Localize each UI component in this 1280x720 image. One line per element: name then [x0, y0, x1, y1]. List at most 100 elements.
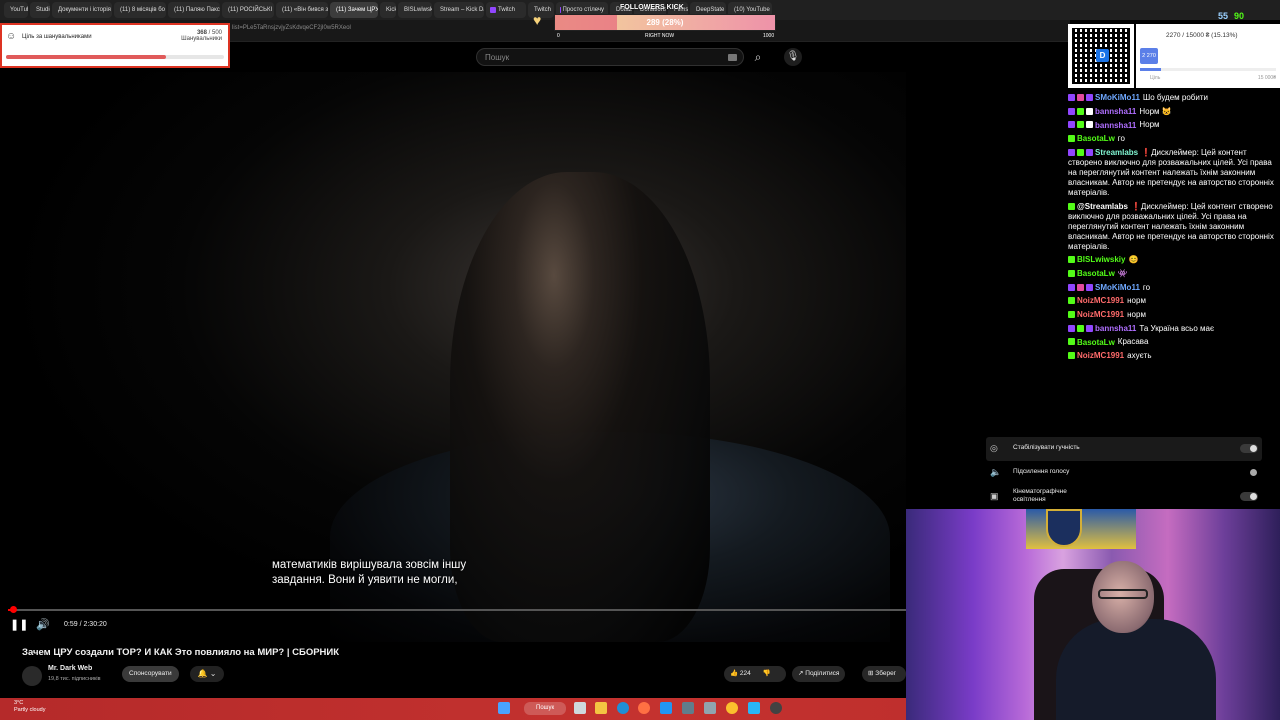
keyboard-icon[interactable] [728, 54, 737, 61]
chat-text: Шо будем робити [1142, 93, 1208, 103]
browser-tab[interactable]: (11) РОСІЙСЬКІ [222, 2, 274, 18]
pause-icon[interactable]: ❚❚ [10, 618, 28, 631]
microphone-icon[interactable]: 🎙 [784, 48, 802, 66]
channel-subscribers: 19,8 тис. підписників [48, 676, 101, 682]
tab-label: (11) 8 місяців бо [120, 7, 165, 13]
followers-kick-mid: RIGHT NOW [645, 33, 675, 39]
browser-tab[interactable]: Twitch [486, 2, 526, 18]
chat-badges [1068, 93, 1095, 103]
chat-username[interactable]: NoizMC1991 [1077, 296, 1124, 305]
setting-label: Кінематографічне освітлення [1013, 488, 1067, 503]
browser-tab[interactable]: Kick [380, 2, 396, 18]
webcam-glasses [1098, 589, 1148, 599]
edge-browser-icon[interactable] [617, 702, 629, 714]
setting-stable-volume[interactable]: ◎ Стабілізувати гучність [986, 437, 1262, 461]
badge-icon [1068, 135, 1075, 143]
share-button[interactable]: ↗ Поділитися [792, 666, 846, 682]
taskbar-search[interactable]: Пошук [524, 702, 566, 715]
progress-scrubber-handle[interactable] [10, 606, 17, 613]
chat-username[interactable]: @Streamlabs [1077, 202, 1128, 211]
save-button[interactable]: ⊞ Зберег [862, 666, 906, 682]
browser-tab[interactable]: BISLwiwskiy [398, 2, 432, 18]
browser-tab[interactable]: Studio [30, 2, 50, 18]
badge-icon [1068, 269, 1075, 277]
video-subtitles: математиків вирішувала зовсім іншу завда… [272, 558, 466, 588]
browser-tab[interactable]: (11) «Він бився з [276, 2, 328, 18]
save-icon: ⊞ [868, 670, 874, 677]
sponsor-button[interactable]: Спонсорувати [122, 666, 179, 682]
chat-message: BasotaLw 👾 [1068, 269, 1278, 279]
tab-label: Kick [386, 7, 396, 13]
chat-username[interactable]: BISLwiwskiy [1077, 255, 1125, 264]
badge-icon [1086, 94, 1093, 101]
badge-icon [1068, 324, 1075, 332]
chat-message: SMoKiMo11 Шо будем робити [1068, 93, 1278, 103]
weather-widget[interactable]: 3°C Partly cloudy [14, 700, 46, 714]
app-icon[interactable] [682, 702, 694, 714]
search-input[interactable]: Пошук [476, 48, 744, 66]
search-icon[interactable]: ⌕ [748, 48, 768, 66]
chat-username[interactable]: BasotaLw [1077, 134, 1115, 143]
chat-username[interactable]: NoizMC1991 [1077, 351, 1124, 360]
task-view-icon[interactable] [574, 702, 586, 714]
chat-badges [1068, 148, 1095, 158]
channel-name[interactable]: Mr. Dark Web [48, 665, 92, 672]
start-menu-icon[interactable] [498, 702, 510, 714]
chat-username[interactable]: BasotaLw [1077, 338, 1115, 347]
chat-text: 😊 [1128, 255, 1139, 265]
obs-icon[interactable] [770, 702, 782, 714]
chat-username[interactable]: NoizMC1991 [1077, 310, 1124, 319]
badge-icon [1086, 283, 1093, 291]
tab-label: Twitch [498, 7, 516, 13]
setting-toggle[interactable] [1240, 444, 1258, 453]
viewers-count-b: 90 [1234, 11, 1245, 21]
badge-icon [1068, 297, 1075, 305]
firefox-icon[interactable] [638, 702, 650, 714]
channel-avatar[interactable] [22, 666, 42, 686]
chat-badges [1068, 107, 1095, 117]
chat-username[interactable]: BasotaLw [1077, 269, 1115, 278]
notification-bell-button[interactable]: 🔔 ⌄ [190, 666, 224, 682]
setting-cinematic-lighting[interactable]: ▣ Кінематографічне освітлення [986, 485, 1262, 509]
followers-kick-label: FOLLOWERS KICK [620, 4, 684, 11]
setting-toggle[interactable] [1240, 492, 1258, 501]
chat-username[interactable]: SMoKiMo11 [1095, 283, 1140, 292]
app-icon[interactable] [660, 702, 672, 714]
badge-icon [1077, 148, 1084, 156]
browser-tab[interactable]: YouTube [4, 2, 28, 18]
badge-icon [1077, 283, 1084, 291]
file-explorer-icon[interactable] [595, 702, 607, 714]
chat-username[interactable]: bannsha11 [1095, 324, 1136, 333]
app-icon[interactable] [704, 702, 716, 714]
badge-icon [1068, 352, 1075, 360]
share-icon: ↗ [798, 670, 804, 677]
browser-tab[interactable]: (11) Паляю Пакс [168, 2, 220, 18]
setting-voice-boost[interactable]: 🔈 Підсилення голосу [986, 461, 1262, 485]
webcam-streamer-body [1056, 619, 1216, 720]
badge-icon [1068, 338, 1075, 346]
dislike-icon[interactable]: 👎 [763, 670, 771, 677]
video-player[interactable] [0, 72, 906, 642]
chat-message: NoizMC1991 норм [1068, 310, 1278, 320]
badge-icon [1077, 94, 1084, 101]
browser-tab[interactable]: Stream – Kick Da [434, 2, 484, 18]
volume-icon[interactable]: 🔊 [36, 618, 50, 631]
badge-icon [1086, 324, 1093, 332]
heart-icon: ♥ [533, 12, 542, 28]
tab-favicon-icon [490, 7, 496, 13]
like-count[interactable]: 224 [740, 670, 751, 677]
setting-toggle[interactable] [1246, 468, 1258, 477]
chat-username[interactable]: Streamlabs [1095, 148, 1138, 157]
video-progress-bar[interactable] [8, 609, 906, 611]
telegram-icon[interactable] [748, 702, 760, 714]
chat-username[interactable]: bannsha11 [1095, 107, 1136, 116]
like-icon[interactable]: 👍 [730, 670, 738, 677]
chat-username[interactable]: SMoKiMo11 [1095, 93, 1140, 102]
chat-text: 👾 [1117, 269, 1128, 279]
browser-tab[interactable]: (11) Зачем ЦРУ [330, 2, 378, 18]
qr-logo-icon: D [1096, 49, 1109, 62]
chrome-icon[interactable] [726, 702, 738, 714]
chat-username[interactable]: bannsha11 [1095, 121, 1136, 130]
browser-tab[interactable]: Документи і історія [52, 2, 112, 18]
browser-tab[interactable]: (11) 8 місяців бо [114, 2, 166, 18]
